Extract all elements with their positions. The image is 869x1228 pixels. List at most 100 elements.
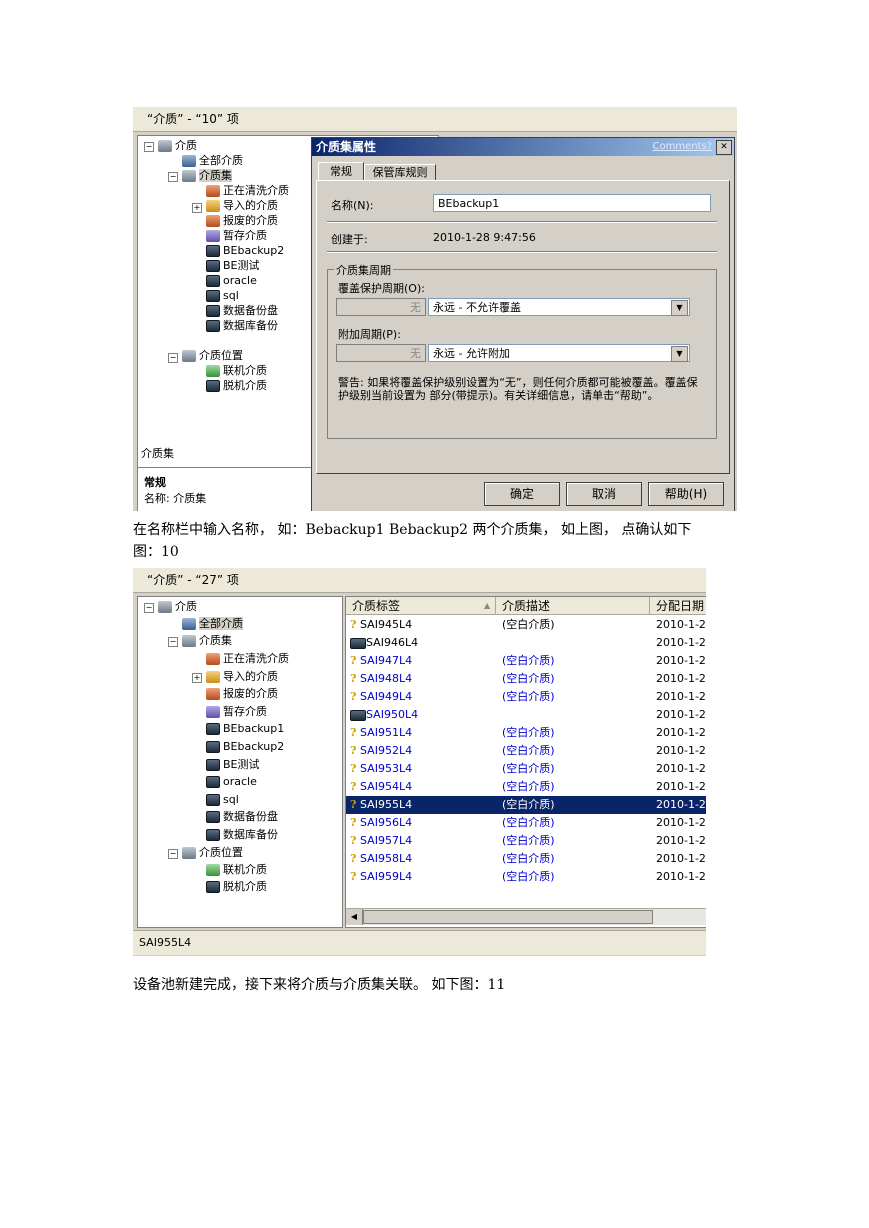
tree-node-media-set-child[interactable]: 正在清洗介质 bbox=[206, 652, 289, 666]
offline-media-icon bbox=[206, 380, 220, 392]
tab-vault-rules[interactable]: 保管库规则 bbox=[364, 164, 436, 181]
table-row[interactable]: SAI946L4 2010-1-2 bbox=[346, 634, 706, 652]
media-description-cell: (空白介质) bbox=[502, 816, 555, 829]
unknown-media-icon: ? bbox=[350, 690, 357, 703]
instruction-text: 在名称栏中输入名称， 如：Bebackup1 Bebackup2 两个介质集， … bbox=[133, 522, 692, 538]
tree-node-media-set-child[interactable]: BE测试 bbox=[206, 758, 260, 772]
created-label: 创建于: bbox=[331, 233, 368, 246]
tree-node-media-set-child[interactable]: 暂存介质 bbox=[206, 705, 267, 719]
scroll-left-button[interactable]: ◀ bbox=[346, 909, 363, 925]
tree-node-media[interactable]: 介质 bbox=[158, 139, 197, 153]
tree-node-media-set-child[interactable]: 数据库备份 bbox=[206, 828, 278, 842]
tree-node-location[interactable]: 介质位置 bbox=[182, 349, 243, 363]
table-row[interactable]: ? SAI959L4 (空白介质) 2010-1-2 bbox=[346, 868, 706, 886]
tree-node-media-set-child[interactable]: BE测试 bbox=[206, 259, 260, 273]
horizontal-scrollbar[interactable]: ◀ bbox=[346, 908, 706, 925]
tree-node-media-set-child[interactable]: BEbackup2 bbox=[206, 244, 284, 258]
column-header-label[interactable]: 介质标签 bbox=[346, 597, 496, 615]
expand-toggle[interactable]: + bbox=[192, 673, 202, 683]
tree-node-media[interactable]: 介质 bbox=[158, 600, 197, 614]
column-header-date[interactable]: 分配日期 bbox=[650, 597, 706, 615]
scroll-thumb[interactable] bbox=[363, 910, 653, 924]
tree-node-media-set-child[interactable]: oracle bbox=[206, 274, 257, 288]
table-row[interactable]: ? SAI954L4 (空白介质) 2010-1-2 bbox=[346, 778, 706, 796]
table-row[interactable]: SAI950L4 2010-1-2 bbox=[346, 706, 706, 724]
expand-toggle[interactable]: + bbox=[192, 203, 202, 213]
tree-node-media-sets[interactable]: 介质集 bbox=[182, 169, 232, 183]
collapse-toggle[interactable]: − bbox=[144, 603, 154, 613]
tree-node-media-set-child[interactable]: BEbackup1 bbox=[206, 722, 284, 736]
tree-node-offline[interactable]: 脱机介质 bbox=[206, 880, 267, 894]
tree-node-media-set-child[interactable]: BEbackup2 bbox=[206, 740, 284, 754]
tape-icon bbox=[350, 709, 366, 721]
table-row[interactable]: ? SAI952L4 (空白介质) 2010-1-2 bbox=[346, 742, 706, 760]
tree-node-media-set-child[interactable]: 导入的介质 bbox=[206, 670, 278, 684]
tree-node-media-set-child[interactable]: sql bbox=[206, 289, 239, 303]
help-button[interactable]: 帮助(H) bbox=[648, 482, 724, 506]
table-row[interactable]: ? SAI956L4 (空白介质) 2010-1-2 bbox=[346, 814, 706, 832]
tree-node-media-set-child[interactable]: oracle bbox=[206, 775, 257, 789]
collapse-toggle[interactable]: − bbox=[144, 142, 154, 152]
column-header-description[interactable]: 介质描述 bbox=[496, 597, 650, 615]
tree-node-offline[interactable]: 脱机介质 bbox=[206, 379, 267, 393]
cancel-button[interactable]: 取消 bbox=[566, 482, 642, 506]
overwrite-label: 覆盖保护周期(O): bbox=[338, 282, 425, 295]
tab-general[interactable]: 常规 bbox=[318, 162, 364, 181]
tree-node-media-set-child[interactable]: 数据备份盘 bbox=[206, 304, 278, 318]
table-row[interactable]: ? SAI945L4 (空白介质) 2010-1-2 bbox=[346, 616, 706, 634]
media-set-child-icon bbox=[206, 215, 220, 227]
media-description-cell: (空白介质) bbox=[502, 870, 555, 883]
collapse-toggle[interactable]: − bbox=[168, 172, 178, 182]
close-icon[interactable]: ✕ bbox=[716, 140, 732, 155]
comments-link[interactable]: Comments? bbox=[652, 138, 712, 156]
media-grid: 介质标签 ▲ 介质描述 分配日期 ? SAI945L4 (空白介质) 2010-1-2… bbox=[345, 596, 706, 928]
table-row[interactable]: ? SAI958L4 (空白介质) 2010-1-2 bbox=[346, 850, 706, 868]
collapse-toggle[interactable]: − bbox=[168, 353, 178, 363]
media-set-child-icon bbox=[206, 776, 220, 789]
media-date-cell: 2010-1-2 bbox=[656, 726, 706, 739]
tree-node-all-media[interactable]: 全部介质 bbox=[182, 154, 243, 168]
tree-node-media-sets[interactable]: 介质集 bbox=[182, 634, 232, 648]
name-label: 名称(N): bbox=[331, 199, 374, 212]
tree-node-media-set-child[interactable]: 暂存介质 bbox=[206, 229, 267, 243]
chevron-down-icon[interactable]: ▼ bbox=[671, 346, 688, 362]
table-row[interactable]: ? SAI955L4 (空白介质) 2010-1-2 bbox=[346, 796, 706, 814]
overwrite-period-value: 永远 - 不允许覆盖 bbox=[433, 301, 521, 314]
tree-node-media-set-child[interactable]: 导入的介质 bbox=[206, 199, 278, 213]
unknown-media-icon: ? bbox=[350, 654, 357, 667]
media-date-cell: 2010-1-2 bbox=[656, 636, 706, 649]
media-label-cell: ? SAI952L4 bbox=[350, 742, 412, 760]
unknown-media-icon: ? bbox=[350, 672, 357, 685]
tab-panel: 名称(N): BEbackup1 创建于: 2010-1-28 9:47:56 … bbox=[316, 180, 730, 474]
tree-node-media-set-child[interactable]: sql bbox=[206, 793, 239, 807]
tree-node-online[interactable]: 联机介质 bbox=[206, 863, 267, 877]
table-row[interactable]: ? SAI947L4 (空白介质) 2010-1-2 bbox=[346, 652, 706, 670]
collapse-toggle[interactable]: − bbox=[168, 637, 178, 647]
table-row[interactable]: ? SAI957L4 (空白介质) 2010-1-2 bbox=[346, 832, 706, 850]
name-field[interactable]: BEbackup1 bbox=[433, 194, 711, 212]
group-label: 介质集周期 bbox=[334, 262, 393, 278]
online-media-icon bbox=[206, 864, 220, 876]
ok-button[interactable]: 确定 bbox=[484, 482, 560, 506]
chevron-down-icon[interactable]: ▼ bbox=[671, 300, 688, 316]
collapse-toggle[interactable]: − bbox=[168, 849, 178, 859]
tree-node-media-set-child[interactable]: 正在清洗介质 bbox=[206, 184, 289, 198]
tree-node-online[interactable]: 联机介质 bbox=[206, 364, 267, 378]
media-set-child-icon bbox=[206, 245, 220, 257]
tree-node-location[interactable]: 介质位置 bbox=[182, 846, 243, 860]
table-row[interactable]: ? SAI949L4 (空白介质) 2010-1-2 bbox=[346, 688, 706, 706]
unknown-media-icon: ? bbox=[350, 870, 357, 883]
tree-node-media-set-child[interactable]: 报废的介质 bbox=[206, 214, 278, 228]
media-set-period-group: 介质集周期 覆盖保护周期(O): 无 永远 - 不允许覆盖 ▼ 附加周期(P):… bbox=[327, 262, 717, 439]
media-description-cell: (空白介质) bbox=[502, 726, 555, 739]
append-period-select[interactable]: 永远 - 允许附加 ▼ bbox=[428, 344, 690, 362]
tree-node-media-set-child[interactable]: 报废的介质 bbox=[206, 687, 278, 701]
table-row[interactable]: ? SAI953L4 (空白介质) 2010-1-2 bbox=[346, 760, 706, 778]
tree-node-all-media[interactable]: 全部介质 bbox=[182, 617, 243, 631]
overwrite-period-select[interactable]: 永远 - 不允许覆盖 ▼ bbox=[428, 298, 690, 316]
media-description-cell: (空白介质) bbox=[502, 690, 555, 703]
table-row[interactable]: ? SAI951L4 (空白介质) 2010-1-2 bbox=[346, 724, 706, 742]
tree-node-media-set-child[interactable]: 数据库备份 bbox=[206, 319, 278, 333]
table-row[interactable]: ? SAI948L4 (空白介质) 2010-1-2 bbox=[346, 670, 706, 688]
tree-node-media-set-child[interactable]: 数据备份盘 bbox=[206, 810, 278, 824]
